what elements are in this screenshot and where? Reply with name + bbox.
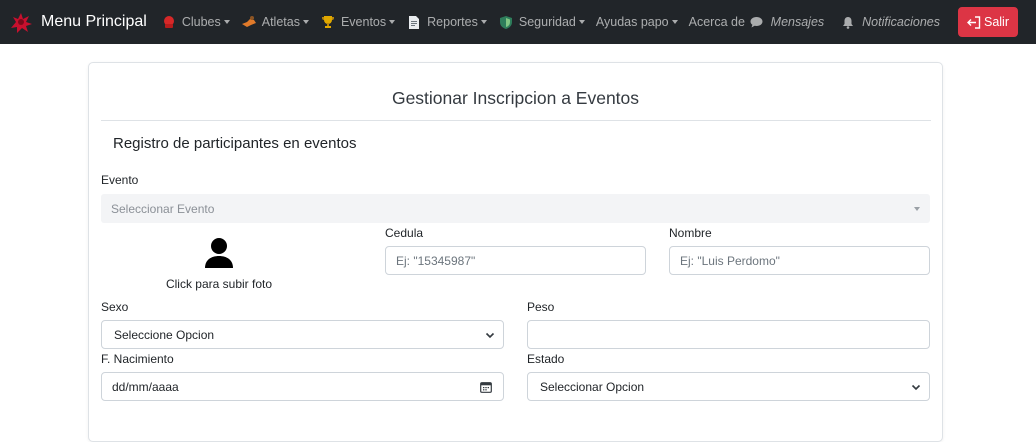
nav-clubes-label: Clubes bbox=[181, 15, 221, 29]
nav-seguridad[interactable]: Seguridad bbox=[498, 14, 585, 30]
logout-label: Salir bbox=[983, 15, 1009, 29]
nombre-input[interactable]: Ej: "Luis Perdomo" bbox=[669, 246, 930, 275]
nav-eventos-label: Eventos bbox=[340, 15, 387, 29]
bell-icon bbox=[842, 16, 854, 29]
logout-icon bbox=[966, 15, 981, 29]
cedula-input[interactable]: Ej: "15345987" bbox=[385, 246, 646, 275]
brand-logo-icon bbox=[11, 13, 32, 33]
nav-acerca-label: Acerca de bbox=[688, 15, 745, 29]
peso-label: Peso bbox=[527, 300, 555, 314]
trophy-icon bbox=[320, 14, 336, 30]
chevron-down-icon bbox=[578, 20, 585, 24]
nav-reportes-label: Reportes bbox=[427, 15, 478, 29]
photo-upload[interactable]: Click para subir foto bbox=[89, 237, 349, 291]
cedula-placeholder: Ej: "15345987" bbox=[396, 253, 476, 268]
nav-reportes[interactable]: Reportes bbox=[406, 14, 487, 30]
estado-select[interactable]: Seleccionar Opcion bbox=[527, 372, 930, 401]
boxing-glove-icon bbox=[161, 14, 177, 30]
estado-label: Estado bbox=[527, 352, 565, 366]
shield-icon bbox=[498, 14, 514, 30]
evento-select[interactable]: Seleccionar Evento bbox=[101, 194, 930, 223]
nav-atletas[interactable]: Atletas bbox=[241, 14, 309, 30]
chevron-down-icon bbox=[480, 20, 487, 24]
nav-ayudas-papo[interactable]: Ayudas papo bbox=[596, 15, 678, 29]
peso-input[interactable] bbox=[527, 320, 930, 349]
calendar-icon[interactable] bbox=[480, 381, 492, 393]
evento-select-value: Seleccionar Evento bbox=[111, 201, 215, 216]
nacimiento-date-input[interactable]: dd/mm/aaaa bbox=[101, 372, 504, 401]
nav-clubes[interactable]: Clubes bbox=[161, 14, 230, 30]
nav-seguridad-label: Seguridad bbox=[518, 15, 576, 29]
evento-label: Evento bbox=[101, 173, 139, 187]
chevron-down-icon bbox=[911, 384, 921, 391]
top-navbar: Menu Principal Clubes Atletas Eventos Re… bbox=[0, 0, 1036, 44]
user-icon bbox=[205, 238, 233, 268]
chevron-down-icon bbox=[389, 20, 396, 24]
inscripcion-card: Gestionar Inscripcion a Eventos Registro… bbox=[88, 62, 943, 442]
nav-atletas-label: Atletas bbox=[261, 15, 300, 29]
chevron-down-icon bbox=[485, 332, 495, 339]
athlete-icon bbox=[241, 14, 257, 30]
nombre-placeholder: Ej: "Luis Perdomo" bbox=[680, 253, 780, 268]
nav-ayudas-label: Ayudas papo bbox=[595, 15, 669, 29]
photo-upload-label: Click para subir foto bbox=[165, 277, 273, 291]
nav-notificaciones-label: Notificaciones bbox=[862, 15, 940, 29]
chevron-down-icon bbox=[223, 20, 230, 24]
page-title: Gestionar Inscripcion a Eventos bbox=[391, 88, 640, 108]
chat-bubble-icon bbox=[750, 16, 763, 28]
section-title: Registro de participantes en eventos bbox=[113, 135, 357, 152]
nombre-label: Nombre bbox=[669, 226, 712, 240]
nacimiento-value: dd/mm/aaaa bbox=[112, 379, 179, 394]
document-icon bbox=[406, 14, 422, 30]
sexo-select-value: Seleccione Opcion bbox=[114, 327, 215, 342]
nav-mensajes-label: Mensajes bbox=[770, 15, 825, 29]
estado-select-value: Seleccionar Opcion bbox=[540, 379, 645, 394]
brand-title: Menu Principal bbox=[41, 13, 147, 30]
title-divider bbox=[101, 120, 931, 121]
nav-mensajes[interactable]: Mensajes bbox=[750, 15, 825, 29]
nacimiento-label: F. Nacimiento bbox=[101, 352, 174, 366]
logout-button[interactable]: Salir bbox=[957, 7, 1018, 37]
nav-notificaciones[interactable]: Notificaciones bbox=[842, 15, 940, 29]
nav-eventos[interactable]: Eventos bbox=[320, 14, 396, 30]
sexo-label: Sexo bbox=[101, 300, 129, 314]
chevron-down-icon bbox=[671, 20, 678, 24]
caret-down-icon bbox=[914, 207, 920, 211]
brand-link[interactable]: Menu Principal bbox=[7, 0, 147, 44]
sexo-select[interactable]: Seleccione Opcion bbox=[101, 320, 504, 349]
cedula-label: Cedula bbox=[385, 226, 424, 240]
chevron-down-icon bbox=[302, 20, 309, 24]
nav-acerca-de[interactable]: Acerca de bbox=[689, 15, 745, 29]
